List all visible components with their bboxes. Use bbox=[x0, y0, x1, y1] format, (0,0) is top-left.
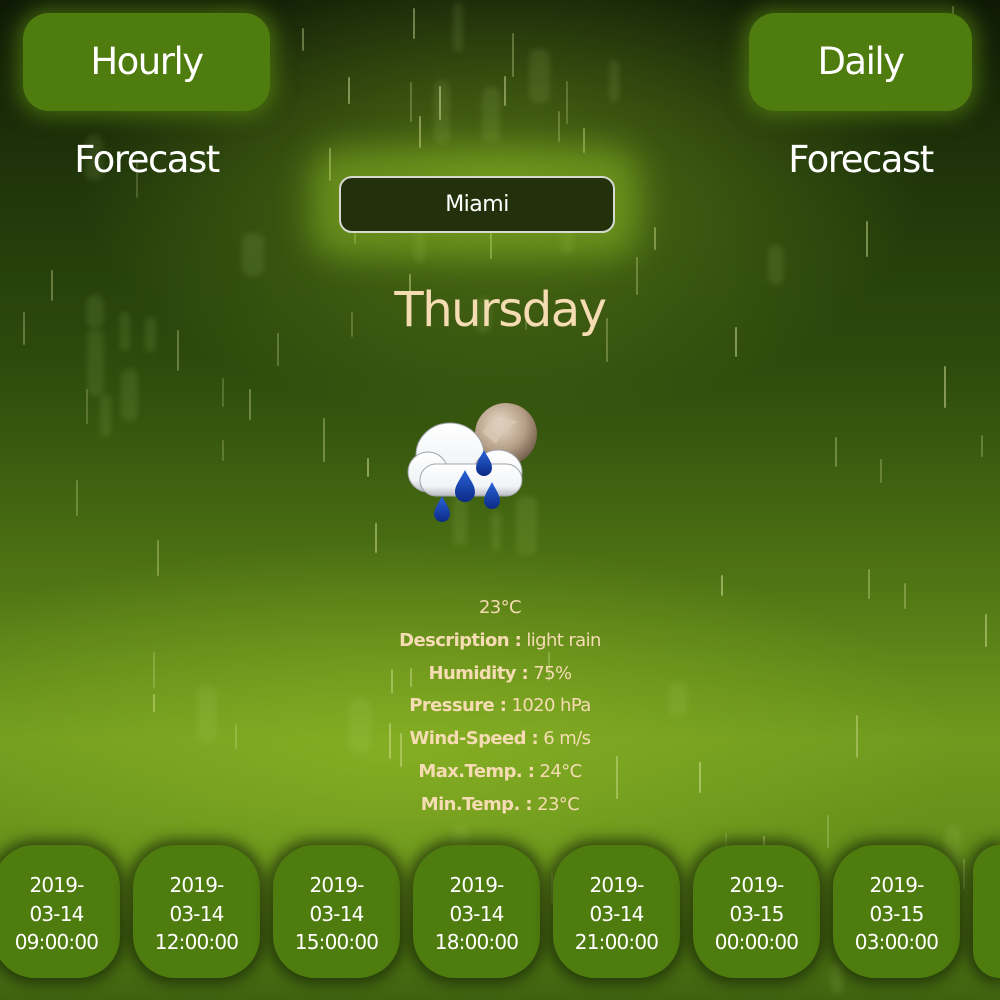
raindrop bbox=[222, 378, 224, 407]
hourly-card-year: 2019- bbox=[869, 873, 924, 897]
rain-blur bbox=[87, 329, 104, 396]
hourly-card-date: 03-15 bbox=[729, 901, 784, 926]
hourly-card-year: 2019- bbox=[449, 873, 504, 897]
hourly-card[interactable]: 2019- 03-14 18:00:00 bbox=[413, 845, 540, 978]
pressure-row: Pressure : 1020 hPa bbox=[0, 690, 1000, 723]
hourly-card[interactable]: 2019- 03-14 21:00:00 bbox=[553, 845, 680, 978]
description-row: Description : light rain bbox=[0, 625, 1000, 658]
hourly-card-time: 09:00:00 bbox=[14, 930, 99, 954]
raindrop bbox=[944, 366, 946, 408]
max-temp-label: Max.Temp. : bbox=[418, 760, 535, 782]
raindrop bbox=[558, 111, 560, 142]
raindrop bbox=[222, 440, 224, 461]
raindrop bbox=[323, 418, 325, 462]
hourly-card-time bbox=[973, 928, 1000, 957]
hourly-card-date: 03-14 bbox=[29, 901, 84, 926]
hourly-card-date: 03-14 bbox=[449, 901, 504, 926]
hourly-card-date: 03-15 bbox=[869, 901, 924, 926]
weather-details: 23°C Description : light rain Humidity :… bbox=[0, 592, 1000, 822]
min-temp-row: Min.Temp. : 23°C bbox=[0, 789, 1000, 822]
rain-blur bbox=[242, 233, 264, 276]
raindrop bbox=[375, 523, 377, 553]
wind-speed-value: 6 m/s bbox=[538, 728, 591, 750]
rain-blur bbox=[609, 60, 619, 102]
humidity-label: Humidity : bbox=[428, 662, 529, 684]
hourly-strip: 2019- 03-14 09:00:00 2019- 03-14 12:00:0… bbox=[0, 845, 1000, 980]
description-label: Description : bbox=[399, 629, 522, 651]
wind-speed-label: Wind-Speed : bbox=[409, 728, 539, 750]
raindrop bbox=[439, 86, 441, 120]
pressure-value: 1020 hPa bbox=[506, 695, 591, 717]
hourly-card-year: 2019- bbox=[29, 873, 84, 897]
hourly-card-time: 15:00:00 bbox=[294, 930, 379, 954]
daily-forecast-button[interactable]: Daily Forecast bbox=[749, 13, 972, 181]
raindrop bbox=[880, 459, 882, 483]
hourly-card-year: 2019- bbox=[309, 873, 364, 897]
rain-blur bbox=[434, 80, 450, 144]
raindrop bbox=[86, 389, 88, 424]
raindrop bbox=[419, 116, 421, 148]
hourly-card-year: 2019- bbox=[589, 873, 644, 897]
rain-blur bbox=[453, 3, 463, 52]
hourly-card-partial[interactable] bbox=[973, 845, 1000, 978]
hourly-card[interactable]: 2019- 03-14 15:00:00 bbox=[273, 845, 400, 978]
temperature-value: 23°C bbox=[478, 597, 522, 618]
hourly-forecast-button[interactable]: Hourly Forecast bbox=[23, 13, 270, 181]
min-temp-value: 23°C bbox=[531, 793, 580, 815]
rain-cloud-moon-icon bbox=[407, 403, 537, 522]
rain-blur bbox=[121, 369, 138, 421]
rain-blur bbox=[100, 394, 111, 437]
temperature-row: 23°C bbox=[0, 592, 1000, 625]
raindrop bbox=[566, 81, 568, 124]
wind-speed-row: Wind-Speed : 6 m/s bbox=[0, 723, 1000, 756]
hourly-card-time: 12:00:00 bbox=[154, 930, 239, 954]
hourly-card-date: 03-14 bbox=[169, 901, 224, 926]
hourly-card-date: 03-14 bbox=[309, 901, 364, 926]
max-temp-value: 24°C bbox=[534, 760, 582, 782]
raindrop bbox=[367, 458, 369, 477]
hourly-card-year bbox=[973, 871, 1000, 900]
current-day-title: Thursday bbox=[394, 282, 607, 338]
description-value: light rain bbox=[521, 629, 601, 651]
raindrop bbox=[504, 76, 506, 106]
min-temp-label: Min.Temp. : bbox=[420, 793, 533, 815]
hourly-card-time: 03:00:00 bbox=[854, 930, 939, 954]
rain-blur bbox=[482, 87, 500, 143]
hourly-card-time: 00:00:00 bbox=[714, 930, 799, 954]
rain-blur bbox=[529, 49, 550, 103]
hourly-card[interactable]: 2019- 03-15 03:00:00 bbox=[833, 845, 960, 978]
humidity-value: 75% bbox=[528, 662, 572, 684]
hourly-card[interactable]: 2019- 03-15 00:00:00 bbox=[693, 845, 820, 978]
city-search-input[interactable] bbox=[339, 176, 615, 233]
hourly-card[interactable]: 2019- 03-14 12:00:00 bbox=[133, 845, 260, 978]
hourly-card-year: 2019- bbox=[729, 873, 784, 897]
raindrop bbox=[249, 389, 251, 420]
hourly-card-year: 2019- bbox=[169, 873, 224, 897]
hourly-card-time: 18:00:00 bbox=[434, 930, 519, 954]
pressure-label: Pressure : bbox=[409, 695, 507, 717]
raindrop bbox=[410, 82, 412, 122]
raindrop bbox=[654, 227, 656, 250]
hourly-card-time: 21:00:00 bbox=[574, 930, 659, 954]
max-temp-row: Max.Temp. : 24°C bbox=[0, 756, 1000, 789]
raindrop bbox=[866, 221, 868, 257]
hourly-card-date: 03-14 bbox=[589, 901, 644, 926]
raindrop bbox=[157, 540, 159, 576]
raindrop bbox=[981, 435, 983, 457]
raindrop bbox=[512, 33, 514, 77]
rain-blur bbox=[768, 245, 784, 285]
hourly-card[interactable]: 2019- 03-14 09:00:00 bbox=[0, 845, 120, 978]
raindrop bbox=[835, 437, 837, 467]
raindrop bbox=[348, 77, 350, 104]
raindrop bbox=[76, 480, 78, 516]
hourly-card-date bbox=[973, 900, 1000, 929]
raindrop bbox=[413, 8, 415, 39]
raindrop bbox=[302, 28, 304, 51]
humidity-row: Humidity : 75% bbox=[0, 658, 1000, 691]
